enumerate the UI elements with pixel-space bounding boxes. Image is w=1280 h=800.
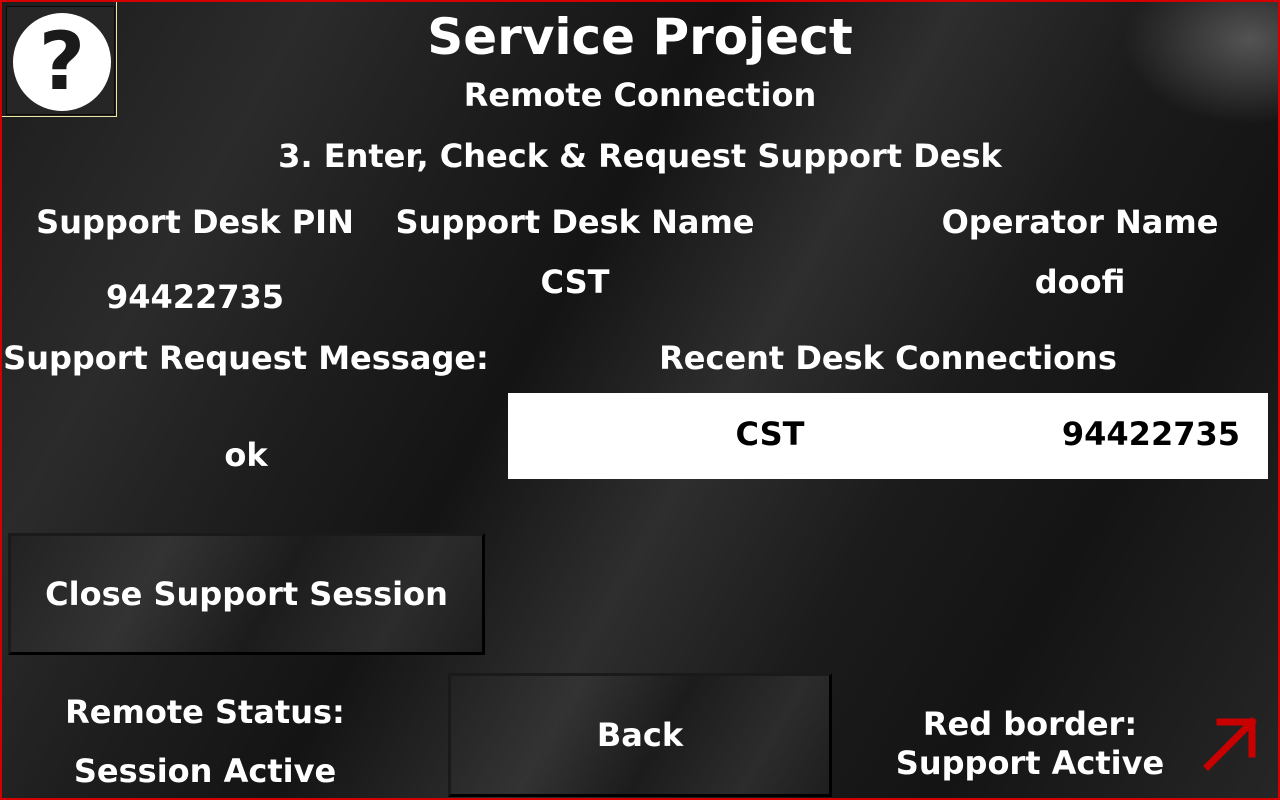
support-desk-name-field[interactable]: CST: [390, 263, 760, 301]
page-title: Service Project: [427, 8, 853, 66]
close-support-session-button[interactable]: Close Support Session: [8, 533, 485, 655]
support-desk-name-label: Support Desk Name: [395, 203, 755, 241]
recent-desk-connections-label: Recent Desk Connections: [659, 339, 1117, 377]
legend-line-2: Support Active: [895, 744, 1165, 782]
arrow-up-right-icon[interactable]: [1202, 714, 1260, 772]
page-subtitle: Remote Connection: [463, 76, 817, 114]
remote-status-value: Session Active: [73, 752, 337, 790]
recent-desk-pin: 94422735: [1061, 415, 1240, 453]
back-button[interactable]: Back: [448, 673, 832, 797]
support-desk-pin-field[interactable]: 94422735: [20, 278, 370, 316]
legend-line-1: Red border:: [922, 705, 1138, 743]
step-heading: 3. Enter, Check & Request Support Desk: [278, 137, 1002, 175]
support-request-message-field[interactable]: ok: [0, 436, 492, 474]
support-request-message-label: Support Request Message:: [3, 339, 489, 377]
operator-name-label: Operator Name: [941, 203, 1219, 241]
support-desk-pin-label: Support Desk PIN: [36, 203, 354, 241]
remote-status-label: Remote Status:: [65, 693, 345, 731]
recent-desk-name: CST: [735, 415, 805, 453]
recent-desk-connections-list: CST 94422735: [508, 393, 1268, 479]
list-item[interactable]: CST 94422735: [508, 393, 1268, 479]
operator-name-field[interactable]: doofi: [920, 263, 1240, 301]
